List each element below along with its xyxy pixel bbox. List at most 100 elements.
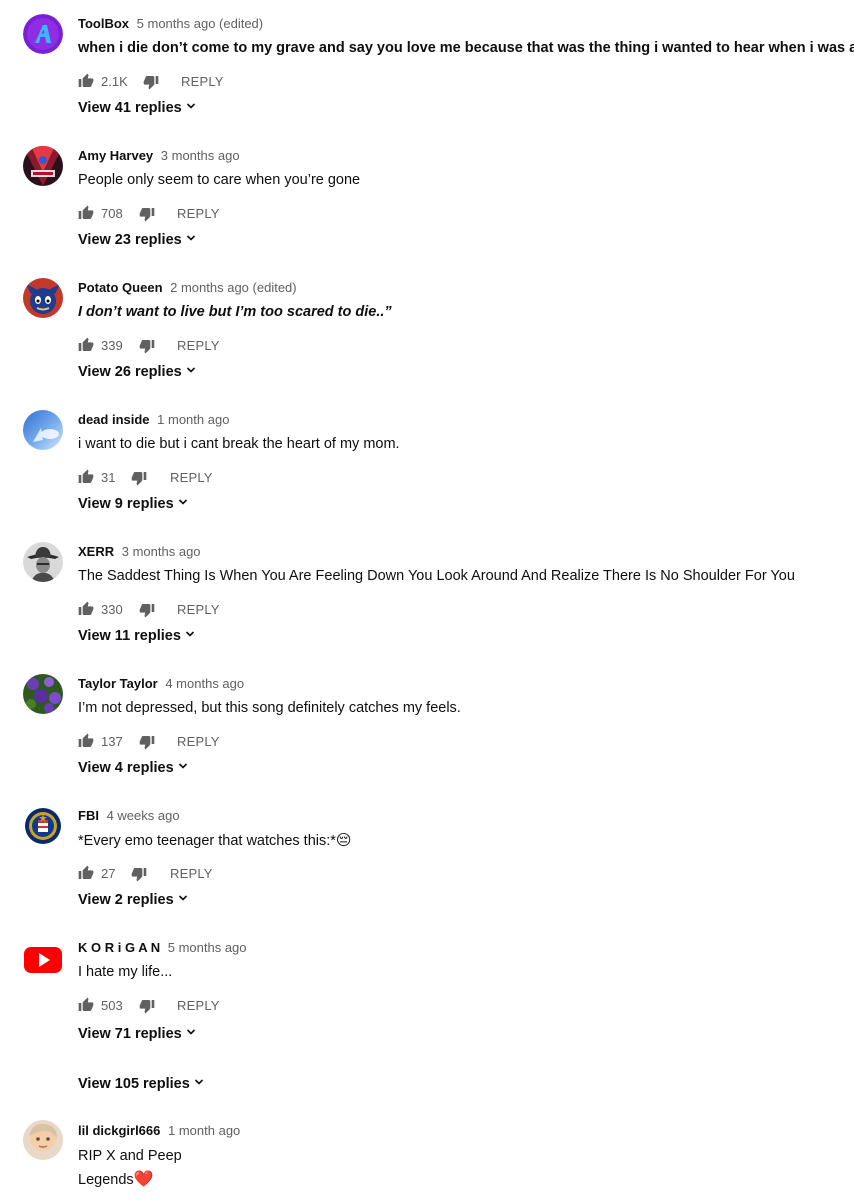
comment-timestamp[interactable]: 4 months ago — [165, 676, 244, 691]
thumbs-up-icon[interactable] — [78, 205, 94, 221]
comment-text-body: *Every emo teenager that watches this:* — [78, 833, 336, 849]
view-replies-button[interactable]: View 2 replies — [78, 890, 188, 910]
pensive-face-emoji: 😔 — [335, 832, 352, 849]
reply-button[interactable]: REPLY — [177, 998, 220, 1014]
thumbs-down-icon[interactable] — [131, 866, 147, 882]
view-replies-button[interactable]: View 4 replies — [78, 758, 188, 778]
photo-avatar-icon[interactable] — [23, 1120, 63, 1160]
cowboy-avatar-icon[interactable] — [23, 542, 63, 582]
comment-text: *Every emo teenager that watches this:*😔 — [78, 829, 352, 853]
thumbs-up-icon[interactable] — [78, 73, 94, 89]
like-count: 708 — [101, 206, 123, 221]
like-count: 330 — [101, 602, 123, 617]
like-count: 31 — [101, 470, 116, 485]
chevron-down-icon — [178, 893, 188, 903]
comment-author[interactable]: Amy Harvey — [78, 148, 153, 163]
reply-button[interactable]: REPLY — [170, 866, 213, 882]
comment-header: lil dickgirl666 1 month ago — [78, 1123, 240, 1139]
comment-timestamp[interactable]: 1 month ago — [168, 1123, 240, 1138]
comment-author[interactable]: XERR — [78, 544, 114, 559]
comment-header: FBI 4 weeks ago — [78, 808, 180, 824]
view-replies-button[interactable]: View 105 replies — [78, 1074, 204, 1094]
reply-button[interactable]: REPLY — [177, 338, 220, 354]
comment-text: The Saddest Thing Is When You Are Feelin… — [78, 568, 795, 584]
fbi-seal-icon[interactable] — [23, 806, 63, 846]
comment-timestamp[interactable]: 2 months ago (edited) — [170, 280, 296, 295]
view-replies-button[interactable]: View 26 replies — [78, 362, 196, 382]
comment-timestamp[interactable]: 3 months ago — [161, 148, 240, 163]
comment-author[interactable]: FBI — [78, 808, 99, 823]
like-count: 503 — [101, 998, 123, 1013]
view-replies-button[interactable]: View 71 replies — [78, 1024, 196, 1044]
thumbs-up-icon[interactable] — [78, 865, 94, 881]
comment-text: I hate my life... — [78, 964, 173, 980]
comment-header: K O R i G A N 5 months ago — [78, 940, 247, 956]
thumbs-down-icon[interactable] — [131, 470, 147, 486]
chevron-down-icon — [186, 365, 196, 375]
chevron-down-icon — [178, 497, 188, 507]
toolbox-logo-icon[interactable] — [23, 14, 63, 54]
comment-header: Amy Harvey 3 months ago — [78, 148, 240, 164]
comment-author[interactable]: K O R i G A N — [78, 940, 160, 955]
view-replies-button[interactable]: View 41 replies — [78, 98, 196, 118]
thumbs-up-icon[interactable] — [78, 733, 94, 749]
thumbs-down-icon[interactable] — [143, 74, 159, 90]
like-count: 2.1K — [101, 74, 128, 89]
thumbs-up-icon[interactable] — [78, 601, 94, 617]
like-count: 339 — [101, 338, 123, 353]
view-replies-button[interactable]: View 23 replies — [78, 230, 196, 250]
chevron-down-icon — [178, 761, 188, 771]
flowers-avatar-icon[interactable] — [23, 674, 63, 714]
view-replies-label: View 2 replies — [78, 892, 174, 908]
thumbs-down-icon[interactable] — [139, 998, 155, 1014]
view-replies-label: View 26 replies — [78, 364, 182, 380]
comment-text-body: Legends — [78, 1172, 134, 1188]
comment-text-line2: Legends❤️ — [78, 1168, 154, 1192]
view-replies-button[interactable]: View 9 replies — [78, 494, 188, 514]
sky-avatar-icon[interactable] — [23, 410, 63, 450]
reply-button[interactable]: REPLY — [177, 206, 220, 222]
view-replies-button[interactable]: View 11 replies — [78, 626, 195, 646]
comment-header: Taylor Taylor 4 months ago — [78, 676, 244, 692]
like-count: 137 — [101, 734, 123, 749]
chevron-down-icon — [186, 1027, 196, 1037]
comment-author[interactable]: dead inside — [78, 412, 150, 427]
thumbs-up-icon[interactable] — [78, 469, 94, 485]
reply-button[interactable]: REPLY — [181, 74, 224, 90]
reply-button[interactable]: REPLY — [177, 602, 220, 618]
comment-timestamp[interactable]: 1 month ago — [157, 412, 229, 427]
like-count: 27 — [101, 866, 116, 881]
comment-text: I don’t want to live but I’m too scared … — [78, 304, 392, 320]
thumbs-up-icon[interactable] — [78, 337, 94, 353]
view-replies-label: View 71 replies — [78, 1026, 182, 1042]
red-heart-emoji: ❤️ — [133, 1171, 154, 1188]
cartoon-avatar-icon[interactable] — [23, 278, 63, 318]
comment-timestamp[interactable]: 5 months ago (edited) — [137, 16, 263, 31]
comment-header: dead inside 1 month ago — [78, 412, 229, 428]
comment-author[interactable]: ToolBox — [78, 16, 129, 31]
comment-author[interactable]: lil dickgirl666 — [78, 1123, 160, 1138]
comment-timestamp[interactable]: 3 months ago — [122, 544, 201, 559]
reply-button[interactable]: REPLY — [177, 734, 220, 750]
thumbs-up-icon[interactable] — [78, 997, 94, 1013]
reply-button[interactable]: REPLY — [170, 470, 213, 486]
chevron-down-icon — [186, 101, 196, 111]
comment-text: i want to die but i cant break the heart… — [78, 436, 400, 452]
thumbs-down-icon[interactable] — [139, 602, 155, 618]
youtube-logo-icon[interactable] — [23, 938, 63, 978]
comment-text: when i die don’t come to my grave and sa… — [78, 40, 854, 56]
poster-avatar-icon[interactable] — [23, 146, 63, 186]
chevron-down-icon — [194, 1077, 204, 1087]
view-replies-label: View 105 replies — [78, 1076, 190, 1092]
comment-timestamp[interactable]: 5 months ago — [168, 940, 247, 955]
comment-timestamp[interactable]: 4 weeks ago — [107, 808, 180, 823]
comment-author[interactable]: Potato Queen — [78, 280, 163, 295]
thumbs-down-icon[interactable] — [139, 206, 155, 222]
view-replies-label: View 11 replies — [78, 628, 181, 644]
comment-text: I’m not depressed, but this song definit… — [78, 700, 461, 716]
thumbs-down-icon[interactable] — [139, 338, 155, 354]
chevron-down-icon — [185, 629, 195, 639]
comment-author[interactable]: Taylor Taylor — [78, 676, 158, 691]
comment-text: People only seem to care when you’re gon… — [78, 172, 361, 188]
thumbs-down-icon[interactable] — [139, 734, 155, 750]
